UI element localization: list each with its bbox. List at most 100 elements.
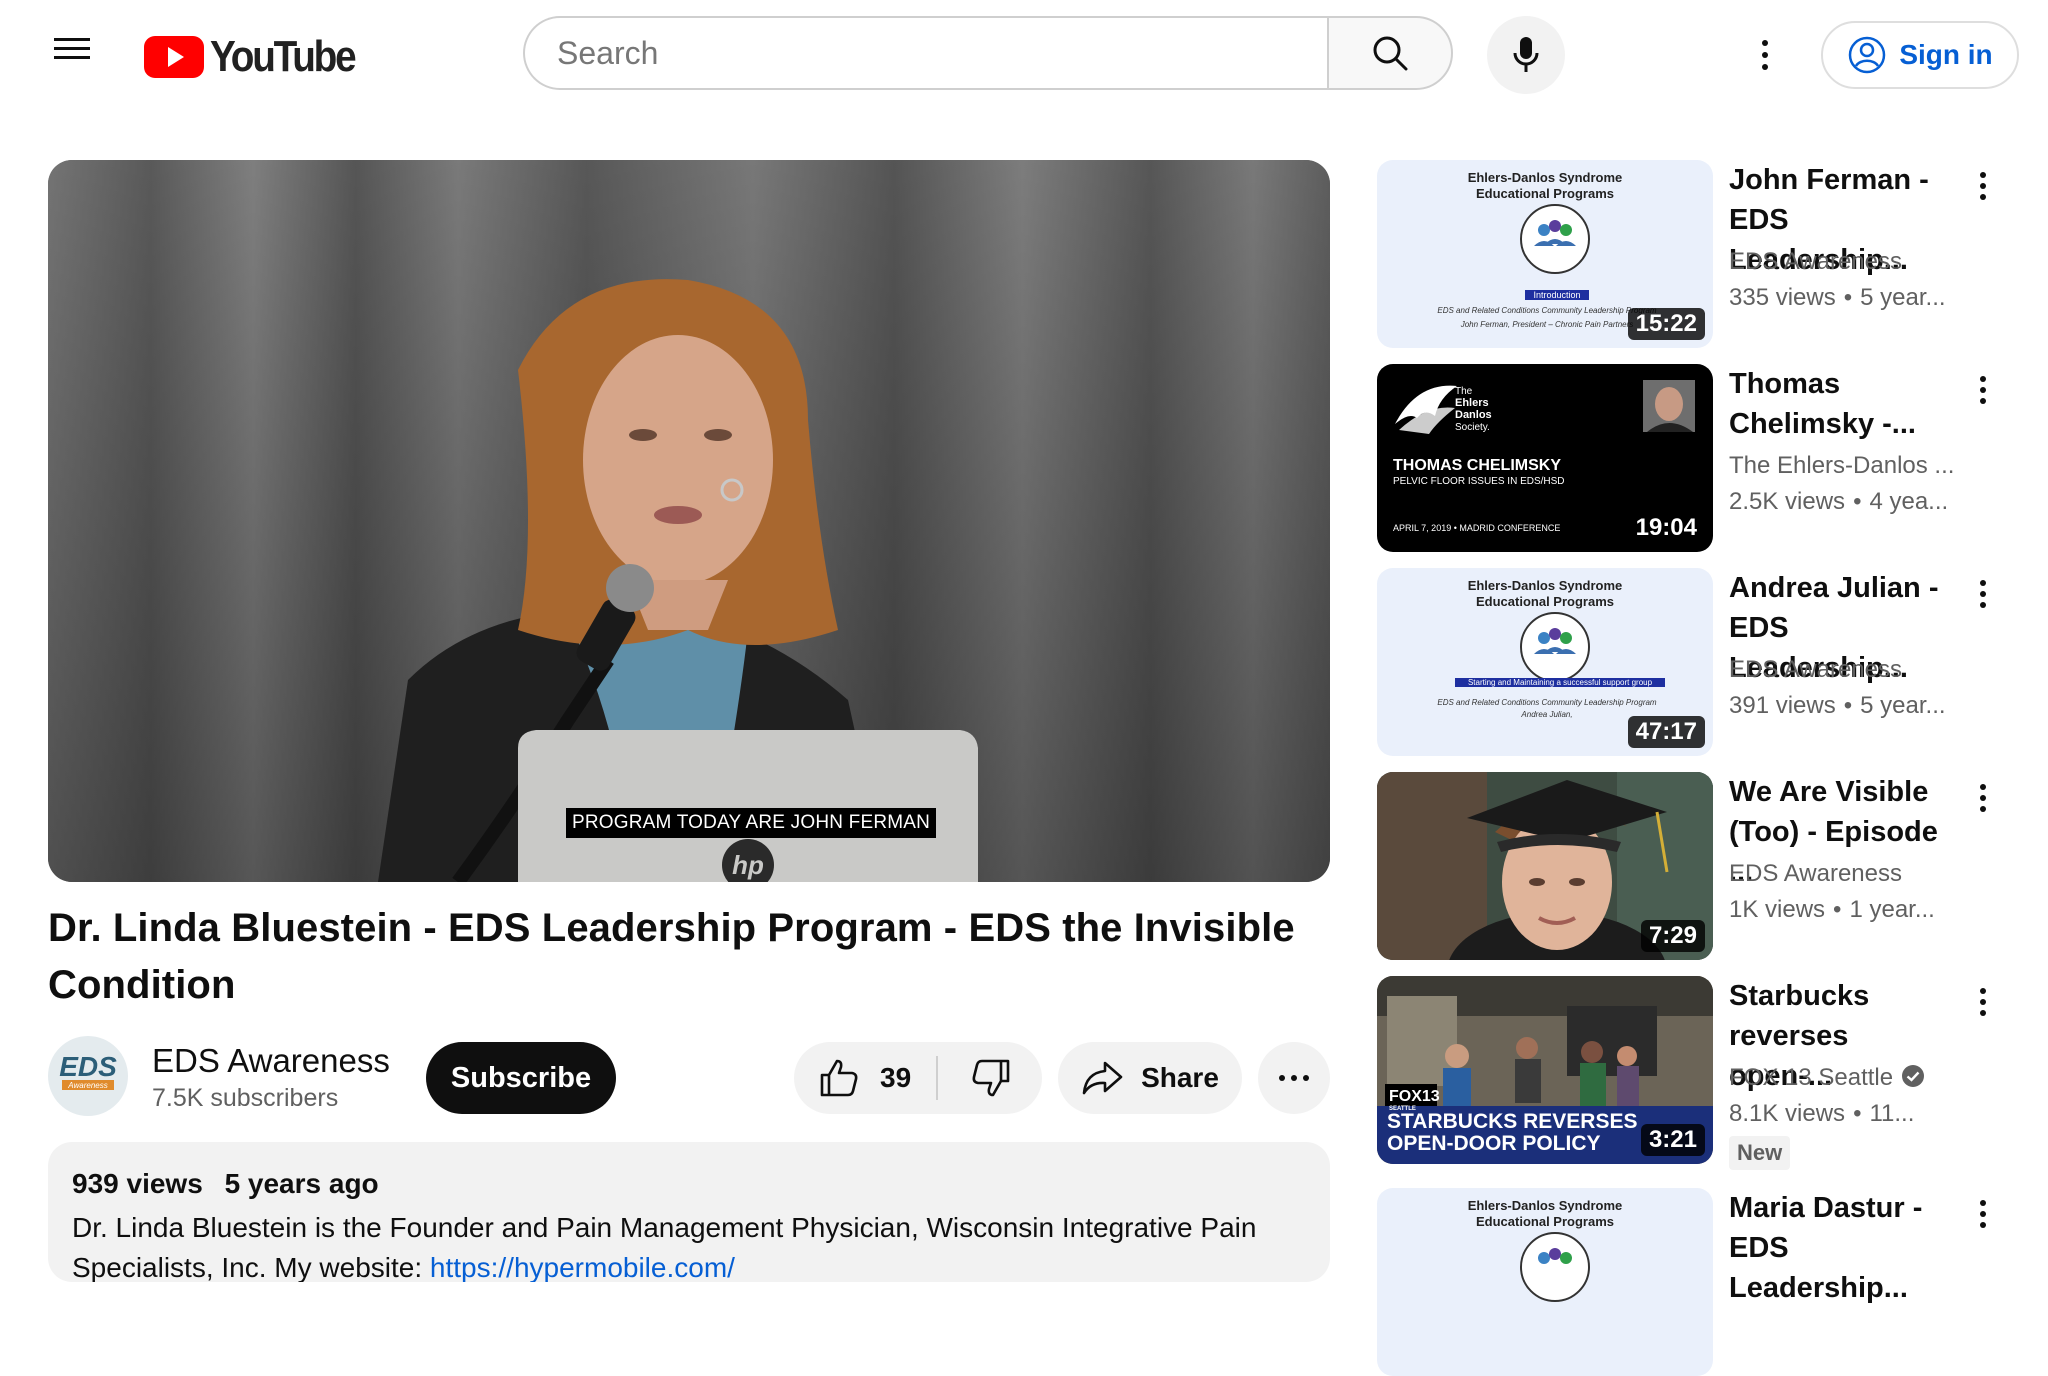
description-meta: 939 views 5 years ago: [72, 1168, 379, 1200]
description-box[interactable]: 939 views 5 years ago Dr. Linda Bluestei…: [48, 1142, 1330, 1282]
voice-search-button[interactable]: [1487, 16, 1565, 94]
recommended-age: 4 yea...: [1869, 488, 1949, 515]
lead-eds-logo: [1520, 1232, 1590, 1302]
video-duration: 7:29: [1640, 920, 1705, 952]
thumb-heading: Ehlers-Danlos Syndrome: [1467, 1198, 1623, 1213]
search-icon: [1373, 36, 1408, 71]
recommended-views: 1K views: [1729, 896, 1826, 923]
svg-text:The: The: [1455, 386, 1473, 397]
subscriber-count: 7.5K subscribers: [152, 1084, 339, 1112]
share-button[interactable]: Share: [1058, 1042, 1242, 1114]
recommended-stats: 391 views • 5 year...: [1729, 692, 1946, 719]
recommended-title[interactable]: Maria Dastur - EDS Leadership...: [1729, 1188, 1959, 1308]
recommended-channel[interactable]: EDS Awareness: [1729, 656, 1959, 684]
recommended-views: 335 views: [1729, 284, 1836, 311]
recommended-views: 8.1K views: [1729, 1100, 1846, 1127]
verified-icon: [1902, 1065, 1925, 1087]
thumb-heading: Ehlers-Danlos Syndrome: [1467, 578, 1623, 593]
recommended-video[interactable]: FOX13 SEATTLE STARBUCKS REVERSES OPEN-DO…: [1377, 976, 2037, 1170]
thumb-subtitle: Introduction: [1525, 290, 1589, 300]
recommended-video[interactable]: Ehlers-Danlos Syndrome Educational Progr…: [1377, 160, 2037, 348]
youtube-logo[interactable]: YouTube: [144, 32, 374, 81]
video-thumbnail: Ehlers-Danlos Syndrome Educational Progr…: [1377, 568, 1713, 756]
video-thumbnail: Ehlers-Danlos Syndrome Educational Progr…: [1377, 1188, 1713, 1376]
svg-text:PELVIC FLOOR ISSUES IN EDS/HSD: PELVIC FLOOR ISSUES IN EDS/HSD: [1393, 476, 1565, 487]
svg-text:FOX13: FOX13: [1389, 1088, 1440, 1105]
like-count: 39: [880, 1062, 912, 1093]
recommended-channel[interactable]: EDS Awareness: [1729, 860, 1959, 888]
share-icon: [1082, 1061, 1123, 1095]
video-title: Dr. Linda Bluestein - EDS Leadership Pro…: [48, 906, 1295, 1007]
more-vert-icon: [1980, 376, 1986, 382]
thumb-line: EDS and Related Conditions Community Lea…: [1437, 698, 1657, 707]
svg-text:THOMAS CHELIMSKY: THOMAS CHELIMSKY: [1393, 457, 1561, 474]
video-thumbnail: 7:29: [1377, 772, 1713, 960]
video-player[interactable]: hp PROGRAM TODAY ARE JOHN FERMAN: [48, 160, 1330, 882]
recommended-views: 391 views: [1729, 692, 1836, 719]
recommended-menu-button[interactable]: [1968, 778, 1998, 818]
dislike-button[interactable]: [940, 1042, 1042, 1114]
recommended-video[interactable]: Ehlers-Danlos Syndrome Educational Progr…: [1377, 568, 2037, 756]
recommended-age: 11...: [1869, 1100, 1915, 1127]
recommended-menu-button[interactable]: [1968, 166, 1998, 206]
more-actions-button[interactable]: [1258, 1042, 1330, 1114]
svg-text:EDS: EDS: [59, 1051, 117, 1082]
recommended-menu-button[interactable]: [1968, 982, 1998, 1022]
recommended-video[interactable]: The Ehlers Danlos Society. THOMAS CHELIM…: [1377, 364, 2037, 552]
video-thumbnail: Ehlers-Danlos Syndrome Educational Progr…: [1377, 160, 1713, 348]
account-icon: [1849, 36, 1886, 74]
recommended-age: 5 year...: [1860, 284, 1946, 311]
recommended-stats: 1K views • 1 year...: [1729, 896, 1935, 923]
recommended-video[interactable]: Ehlers-Danlos Syndrome Educational Progr…: [1377, 1188, 2037, 1376]
search-input[interactable]: [523, 16, 1328, 90]
recommended-title[interactable]: Thomas Chelimsky -...: [1729, 364, 1959, 444]
svg-text:Society.: Society.: [1455, 422, 1490, 433]
search-button[interactable]: [1327, 16, 1453, 90]
recommended-menu-button[interactable]: [1968, 574, 1998, 614]
video-thumbnail: FOX13 SEATTLE STARBUCKS REVERSES OPEN-DO…: [1377, 976, 1713, 1164]
more-vert-icon: [1980, 784, 1986, 790]
recommended-stats: 335 views • 5 year...: [1729, 284, 1946, 311]
logo-text: YouTube: [210, 32, 357, 81]
closed-caption: PROGRAM TODAY ARE JOHN FERMAN: [566, 808, 937, 838]
svg-text:OPEN-DOOR POLICY: OPEN-DOOR POLICY: [1387, 1132, 1601, 1155]
more-vert-icon: [1980, 172, 1986, 178]
more-vert-icon: [1762, 40, 1768, 46]
thumb-subheading: Educational Programs: [1476, 186, 1614, 201]
recommended-channel[interactable]: FOX 13 Seattle: [1729, 1064, 1959, 1092]
thumb-up-icon: [820, 1059, 858, 1097]
share-label: Share: [1141, 1062, 1219, 1093]
mic-icon: [1513, 37, 1539, 72]
svg-text:Awareness: Awareness: [67, 1081, 107, 1090]
description-link[interactable]: https://hypermobile.com/: [430, 1252, 735, 1282]
recommended-video[interactable]: 7:29 We Are Visible (Too) - Episode ... …: [1377, 772, 2037, 960]
recommended-views: 2.5K views: [1729, 488, 1846, 515]
subscribe-button[interactable]: Subscribe: [426, 1042, 616, 1114]
recommended-stats: 8.1K views • 11...: [1729, 1100, 1915, 1127]
settings-menu-button[interactable]: [1745, 30, 1785, 80]
recommended-menu-button[interactable]: [1968, 370, 1998, 410]
thumb-subheading: Educational Programs: [1476, 1214, 1614, 1229]
video-duration: 3:21: [1640, 1124, 1705, 1156]
more-vert-icon: [1980, 1200, 1986, 1206]
video-frame: hp: [48, 160, 1330, 882]
svg-text:hp: hp: [732, 850, 764, 880]
lead-eds-logo: [1520, 204, 1590, 274]
video-duration: 15:22: [1627, 308, 1705, 340]
youtube-play-icon: [144, 36, 204, 78]
svg-text:Ehlers: Ehlers: [1455, 397, 1489, 409]
channel-avatar[interactable]: EDS Awareness: [48, 1036, 128, 1116]
like-button[interactable]: 39: [794, 1042, 934, 1114]
channel-name[interactable]: EDS Awareness: [152, 1042, 390, 1080]
menu-button[interactable]: [40, 28, 94, 68]
svg-text:STARBUCKS REVERSES: STARBUCKS REVERSES: [1387, 1110, 1637, 1133]
recommended-channel[interactable]: EDS Awareness: [1729, 248, 1959, 276]
thumb-heading: Ehlers-Danlos Syndrome: [1467, 170, 1623, 185]
sign-in-button[interactable]: Sign in: [1821, 21, 2019, 89]
recommended-menu-button[interactable]: [1968, 1194, 1998, 1234]
view-count: 939 views: [72, 1168, 203, 1199]
svg-text:Danlos: Danlos: [1455, 409, 1492, 421]
upload-age: 5 years ago: [224, 1168, 379, 1199]
recommended-channel[interactable]: The Ehlers-Danlos ...: [1729, 452, 1959, 480]
thumb-down-icon: [972, 1059, 1010, 1097]
